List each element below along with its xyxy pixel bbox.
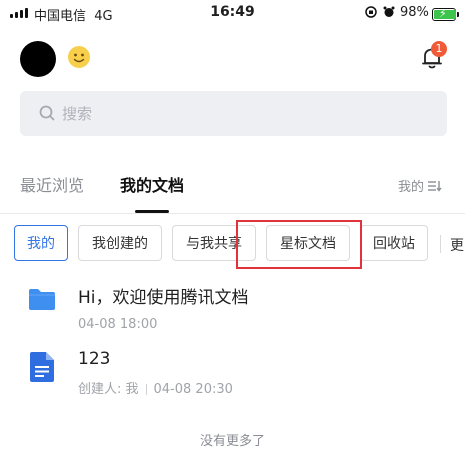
document-title: 123 — [78, 349, 111, 369]
list-item[interactable]: Hi，欢迎使用腾讯文档 04-08 18:00 — [78, 283, 249, 332]
alarm-icon — [383, 6, 395, 17]
filter-chip-trash[interactable]: 回收站 — [360, 225, 428, 261]
avatar[interactable] — [20, 41, 56, 77]
notification-badge: 1 — [431, 41, 447, 57]
tabs-divider — [0, 213, 465, 214]
smiley-emoji-icon[interactable] — [67, 45, 91, 69]
meta-divider — [145, 384, 147, 395]
battery-percent: 98% — [400, 5, 429, 20]
search-icon — [39, 105, 55, 121]
no-more-label: 没有更多了 — [199, 434, 265, 449]
search-placeholder: 搜索 — [62, 105, 93, 123]
tab-recent[interactable]: 最近浏览 — [20, 172, 84, 196]
document-creator: 创建人: 我 — [78, 382, 139, 397]
document-title: Hi，欢迎使用腾讯文档 — [78, 288, 249, 308]
document-icon — [30, 352, 54, 382]
filter-divider — [440, 235, 441, 253]
tab-my-documents[interactable]: 我的文档 — [120, 172, 184, 196]
battery-icon: ⚡ — [432, 7, 459, 21]
document-date: 04-08 20:30 — [153, 382, 233, 397]
filter-chip-created[interactable]: 我创建的 — [78, 225, 162, 261]
status-bar: 中国电信 4G 16:49 98% ⚡ — [0, 0, 465, 26]
sort-filter-button[interactable]: 我的 — [398, 176, 442, 195]
sort-icon — [428, 180, 442, 192]
document-date: 04-08 18:00 — [78, 317, 158, 332]
highlight-annotation-box — [236, 220, 362, 269]
search-bar[interactable]: 搜索 — [20, 91, 447, 136]
filter-chip-more[interactable]: 更 — [450, 235, 464, 255]
orientation-lock-icon — [365, 6, 377, 18]
filter-chip-mine[interactable]: 我的 — [14, 225, 68, 261]
sort-label: 我的 — [398, 180, 425, 195]
clock: 16:49 — [210, 4, 255, 20]
list-item[interactable]: 123 创建人: 我 04-08 20:30 — [78, 349, 233, 397]
folder-icon — [29, 289, 55, 310]
